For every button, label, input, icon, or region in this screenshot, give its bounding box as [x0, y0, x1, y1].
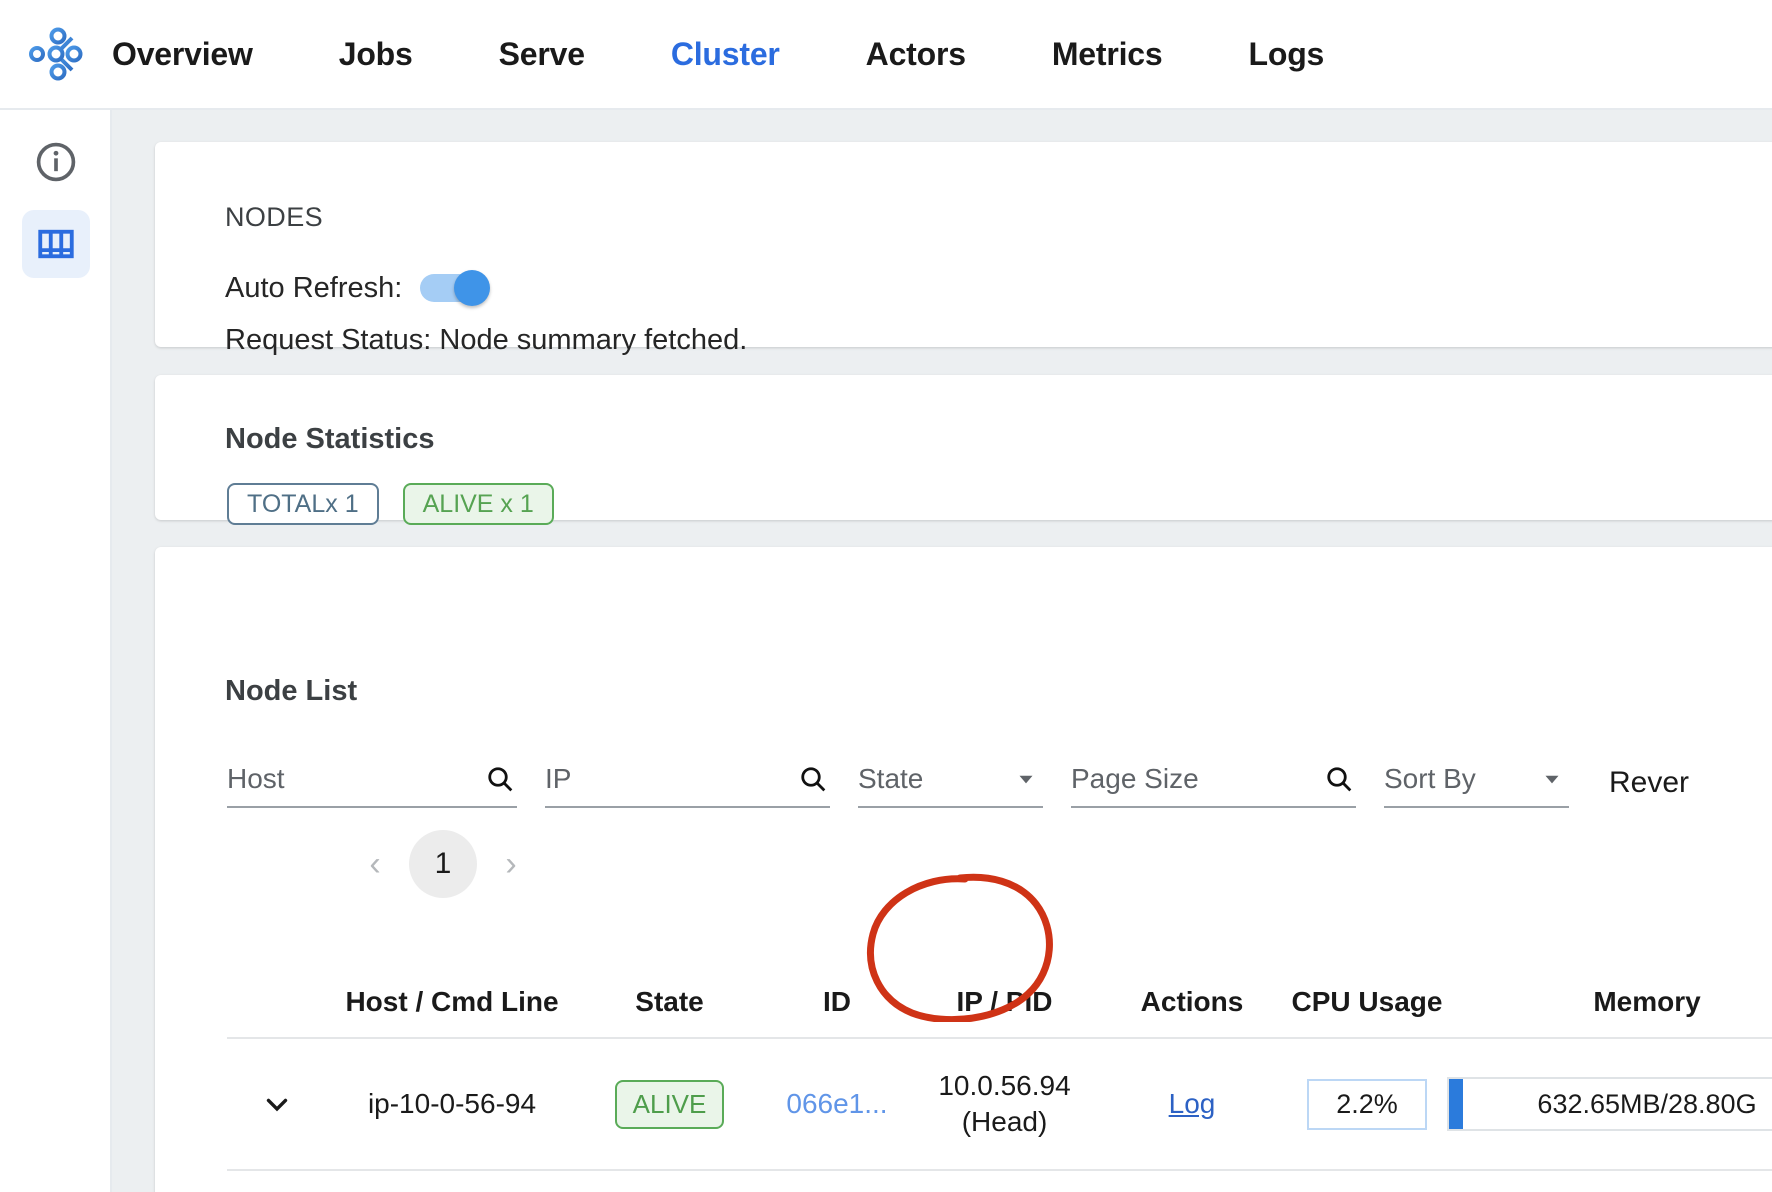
nav-item-cluster[interactable]: Cluster — [671, 36, 780, 73]
nav-item-serve[interactable]: Serve — [499, 36, 585, 73]
auto-refresh-row: Auto Refresh: — [225, 270, 500, 306]
state-filter-select[interactable]: State — [858, 752, 1043, 808]
pagination-prev-button[interactable]: ‹ — [351, 840, 399, 888]
status-badge-alive[interactable]: ALIVE x 1 — [403, 483, 554, 525]
column-header-state: State — [577, 984, 762, 1037]
sort-by-label: Sort By — [1384, 763, 1535, 795]
cell-state: ALIVE — [577, 1080, 762, 1129]
node-table-header: Host / Cmd Line State ID IP / PID Action… — [227, 927, 1772, 1037]
cpu-usage-value: 2.2% — [1307, 1079, 1427, 1130]
column-header-expand — [227, 1021, 327, 1037]
memory-usage-value: 632.65MB/28.80G — [1449, 1089, 1772, 1120]
node-list-title: Node List — [225, 675, 357, 708]
ip-filter[interactable]: IP — [545, 752, 830, 808]
node-table: Host / Cmd Line State ID IP / PID Action… — [227, 927, 1772, 1171]
row-expand-button[interactable] — [227, 1087, 327, 1121]
nav-item-overview[interactable]: Overview — [112, 36, 253, 73]
node-table-body: ip-10-0-56-94 ALIVE 066e1... 10.0.56.94 … — [227, 1037, 1772, 1171]
cell-id: 066e1... — [762, 1088, 912, 1120]
nav-item-metrics[interactable]: Metrics — [1052, 36, 1163, 73]
node-statistics-chips: TOTALx 1 ALIVE x 1 — [227, 483, 578, 525]
memory-usage-bar: 632.65MB/28.80G — [1447, 1077, 1772, 1131]
column-header-id: ID — [762, 984, 912, 1037]
state-filter-label: State — [858, 763, 1009, 795]
node-list-filters: Host IP State Page Size — [227, 752, 1689, 808]
cell-actions: Log — [1097, 1088, 1287, 1120]
node-list-card: Node List Host IP State Pa — [155, 547, 1772, 1192]
host-filter-label: Host — [227, 763, 483, 795]
chevron-down-icon — [260, 1087, 294, 1121]
auto-refresh-toggle[interactable] — [418, 270, 500, 306]
chevron-down-icon[interactable] — [1009, 762, 1043, 796]
pagination-next-button[interactable]: › — [487, 840, 535, 888]
chevron-down-icon[interactable] — [1535, 762, 1569, 796]
toggle-knob — [454, 270, 490, 306]
nav-items: Overview Jobs Serve Cluster Actors Metri… — [112, 36, 1410, 73]
nav-item-logs[interactable]: Logs — [1249, 36, 1325, 73]
cell-cpu-usage: 2.2% — [1287, 1079, 1447, 1130]
ip-filter-label: IP — [545, 763, 796, 795]
pagination-page-1[interactable]: 1 — [409, 830, 477, 898]
node-statistics-title: Node Statistics — [225, 423, 435, 456]
cell-ip-pid: 10.0.56.94 (Head) — [912, 1068, 1097, 1141]
table-grid-icon — [35, 223, 77, 265]
ip-pid-value: 10.0.56.94 (Head) — [938, 1068, 1070, 1141]
nodes-card-title: NODES — [225, 202, 323, 233]
rail-item-nodes[interactable] — [22, 210, 90, 278]
nodes-card: NODES Auto Refresh: Request Status: Node… — [155, 142, 1772, 347]
ray-logo[interactable] — [0, 0, 112, 109]
auto-refresh-label: Auto Refresh: — [225, 272, 402, 305]
page-size-filter[interactable]: Page Size — [1071, 752, 1356, 808]
node-role: (Head) — [938, 1104, 1070, 1140]
left-rail — [0, 110, 112, 1192]
column-header-host: Host / Cmd Line — [327, 984, 577, 1037]
pagination: ‹ 1 › — [351, 830, 535, 898]
node-statistics-card: Node Statistics TOTALx 1 ALIVE x 1 — [155, 375, 1772, 520]
request-status-text: Request Status: Node summary fetched. — [225, 324, 747, 357]
reverse-toggle-label[interactable]: Rever — [1609, 766, 1689, 800]
ray-node-graph-logo-icon — [27, 25, 85, 83]
table-row[interactable]: ip-10-0-56-94 ALIVE 066e1... 10.0.56.94 … — [227, 1039, 1772, 1171]
status-badge-total[interactable]: TOTALx 1 — [227, 483, 379, 525]
nav-item-actors[interactable]: Actors — [866, 36, 966, 73]
ip-address: 10.0.56.94 — [938, 1068, 1070, 1104]
cell-memory: 632.65MB/28.80G — [1447, 1077, 1772, 1131]
column-header-ip-pid: IP / PID — [912, 984, 1097, 1037]
top-navbar: Overview Jobs Serve Cluster Actors Metri… — [0, 0, 1772, 110]
column-header-actions: Actions — [1097, 984, 1287, 1037]
column-header-cpu-usage: CPU Usage — [1287, 984, 1447, 1037]
cell-host: ip-10-0-56-94 — [327, 1088, 577, 1120]
sort-by-select[interactable]: Sort By — [1384, 752, 1569, 808]
column-header-memory: Memory — [1447, 984, 1772, 1037]
rail-item-info[interactable] — [22, 128, 90, 196]
nav-item-jobs[interactable]: Jobs — [339, 36, 413, 73]
search-icon[interactable] — [1322, 762, 1356, 796]
info-circle-icon — [34, 140, 78, 184]
main-content: NODES Auto Refresh: Request Status: Node… — [112, 110, 1772, 1192]
host-filter[interactable]: Host — [227, 752, 517, 808]
page-size-filter-label: Page Size — [1071, 763, 1322, 795]
log-link[interactable]: Log — [1169, 1088, 1216, 1120]
node-id-link[interactable]: 066e1... — [786, 1088, 887, 1120]
search-icon[interactable] — [796, 762, 830, 796]
search-icon[interactable] — [483, 762, 517, 796]
status-badge-alive[interactable]: ALIVE — [615, 1080, 725, 1129]
